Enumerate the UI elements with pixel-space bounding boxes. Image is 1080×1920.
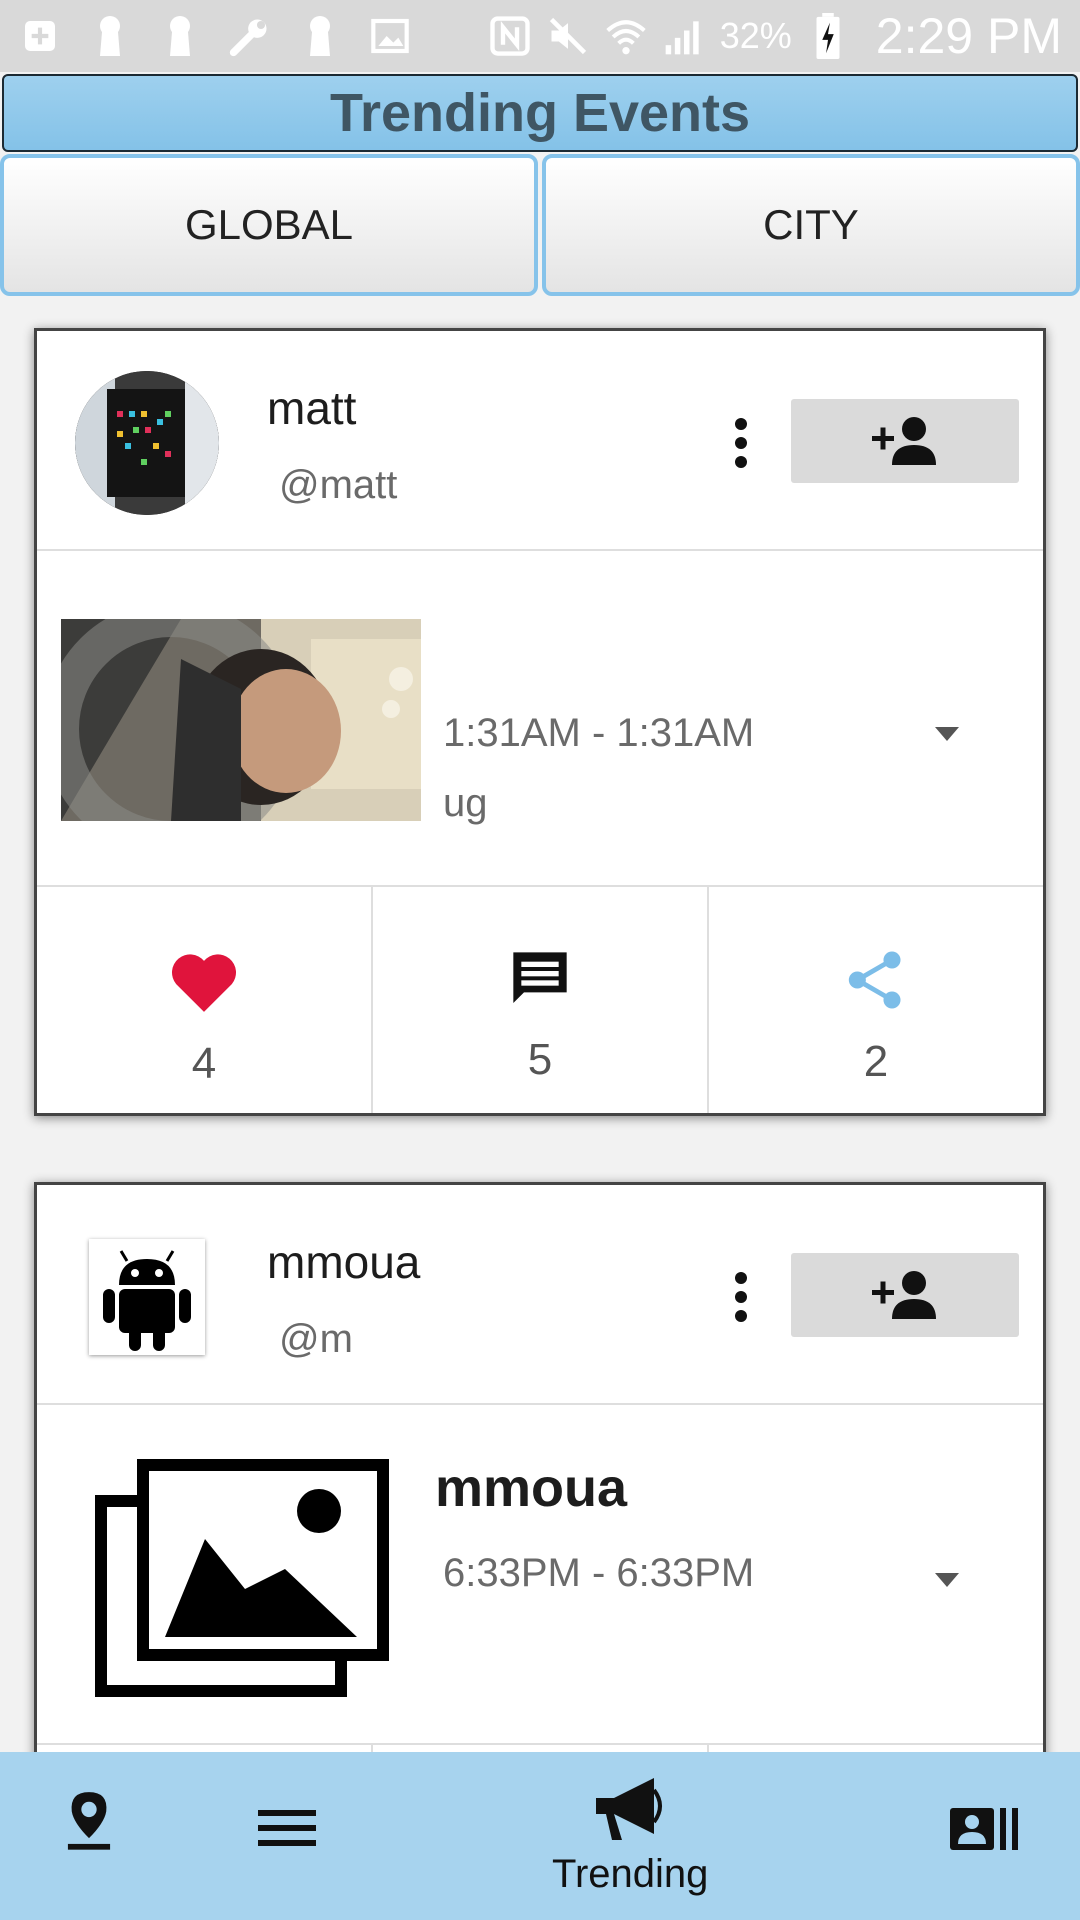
nav-trending[interactable]: Trending [552, 1774, 708, 1897]
tab-city[interactable]: CITY [542, 154, 1080, 296]
nav-trending-label: Trending [552, 1852, 709, 1896]
android-icon [103, 1250, 191, 1351]
avatar[interactable] [75, 371, 219, 515]
menu-icon [258, 1810, 316, 1846]
event-body[interactable]: 1:31AM - 1:31AM ug [37, 551, 1043, 887]
chevron-down-icon[interactable] [927, 719, 967, 749]
app-header: Trending Events [2, 74, 1078, 152]
contacts-icon [950, 1808, 1018, 1850]
keyhole-icon [298, 14, 342, 58]
tab-global[interactable]: GLOBAL [0, 154, 538, 296]
user-handle: @m [279, 1317, 353, 1361]
image-icon [368, 14, 412, 58]
page-title: Trending Events [329, 83, 751, 143]
status-bar: 32% 2:29 PM [0, 0, 1080, 72]
action-bar: 4 5 2 [37, 887, 1043, 1113]
event-body[interactable]: mmoua 6:33PM - 6:33PM [37, 1405, 1043, 1745]
bottom-nav: Trending [0, 1752, 1080, 1920]
event-time: 1:31AM - 1:31AM [443, 711, 755, 755]
username[interactable]: matt [267, 381, 356, 435]
card-header: matt @matt [37, 331, 1043, 551]
nav-menu[interactable] [258, 1808, 316, 1848]
battery-charging-icon [806, 13, 850, 59]
signal-icon [662, 14, 706, 58]
comment-icon [513, 952, 567, 1003]
nav-contacts[interactable] [950, 1806, 1018, 1852]
add-friend-button[interactable] [791, 1253, 1019, 1337]
comment-count: 5 [527, 1035, 553, 1084]
event-description: ug [443, 781, 488, 825]
card-header: mmoua @m [37, 1185, 1043, 1405]
user-handle: @matt [279, 463, 398, 507]
avatar[interactable] [89, 1239, 205, 1355]
person-add-icon [872, 1271, 936, 1319]
nav-map[interactable] [66, 1788, 112, 1850]
nfc-icon [488, 14, 532, 58]
username[interactable]: mmoua [267, 1235, 420, 1289]
megaphone-icon [596, 1778, 663, 1840]
share-icon [848, 951, 901, 1009]
chevron-down-icon[interactable] [927, 1565, 967, 1595]
filter-tabs: GLOBAL CITY [0, 154, 1080, 296]
like-button[interactable]: 4 [37, 887, 373, 1113]
more-options-button[interactable] [717, 1265, 765, 1329]
wifi-icon [604, 14, 648, 58]
share-button[interactable]: 2 [709, 887, 1043, 1113]
event-photo[interactable] [61, 619, 421, 821]
battery-percent: 32% [719, 15, 792, 56]
mute-icon [546, 14, 590, 58]
keyhole-icon [88, 14, 132, 58]
heart-icon [171, 954, 237, 1012]
event-time: 6:33PM - 6:33PM [443, 1551, 755, 1595]
add-box-icon [18, 14, 62, 58]
map-pin-icon [67, 1792, 111, 1850]
comment-button[interactable]: 5 [373, 887, 709, 1113]
add-friend-button[interactable] [791, 399, 1019, 483]
like-count: 4 [191, 1039, 217, 1088]
share-count: 2 [863, 1037, 889, 1086]
more-vert-icon [735, 1272, 747, 1322]
event-title: mmoua [435, 1458, 628, 1518]
keyhole-icon [158, 14, 202, 58]
photo-library-icon[interactable] [95, 1459, 395, 1699]
person-add-icon [872, 417, 936, 465]
clock: 2:29 PM [875, 8, 1062, 64]
more-options-button[interactable] [717, 411, 765, 475]
event-card[interactable]: matt @matt 1:31AM - 1:31AM ug 4 5 2 [34, 328, 1046, 1116]
more-vert-icon [735, 418, 747, 468]
wrench-icon [228, 14, 272, 58]
